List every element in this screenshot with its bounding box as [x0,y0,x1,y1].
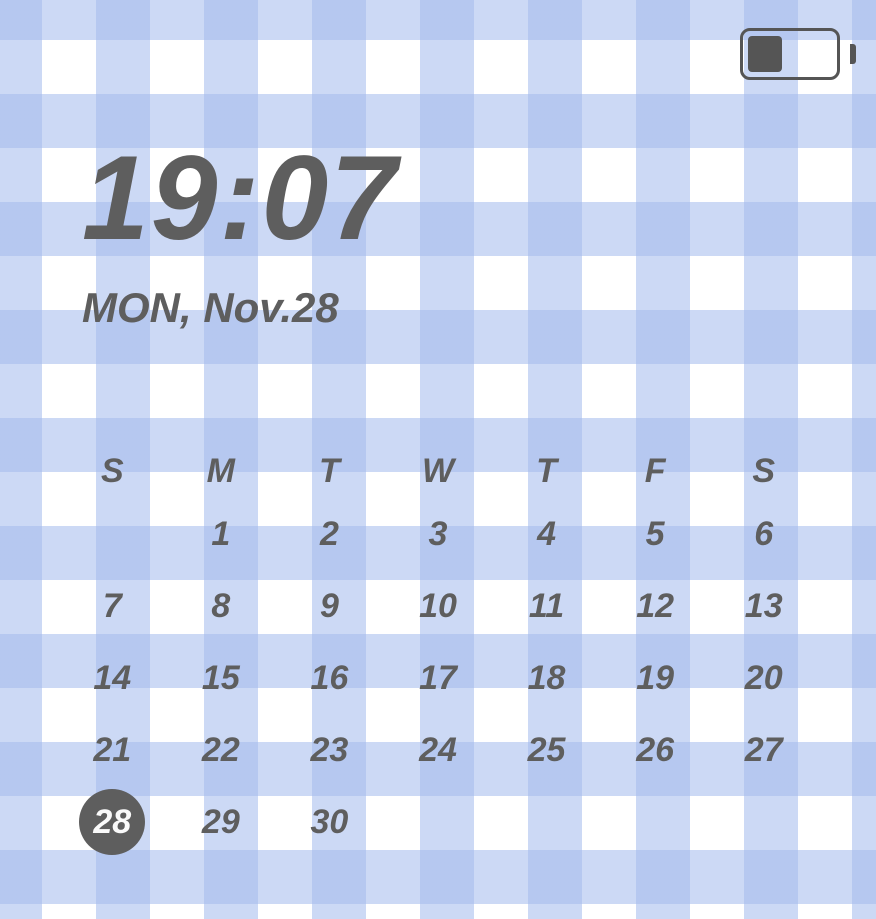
calendar-day[interactable]: 2 [275,498,384,570]
calendar: S M T W T F S 12345678910111213141516171… [58,438,818,858]
calendar-day[interactable]: 14 [58,642,167,714]
clock-time: 19:07 [82,138,399,258]
calendar-day[interactable]: 10 [384,570,493,642]
calendar-day[interactable]: 7 [58,570,167,642]
calendar-day-number: 11 [514,573,580,639]
calendar-empty-cell [384,786,493,858]
calendar-day-number: 22 [188,717,254,783]
calendar-day[interactable]: 6 [709,498,818,570]
calendar-day-number: 3 [405,501,471,567]
calendar-day[interactable]: 20 [709,642,818,714]
clock-date: MON, Nov.28 [82,284,339,332]
weekday-header: S [709,438,818,504]
weekday-header: M [167,438,276,504]
battery-cap [850,44,856,64]
calendar-day-number: 16 [296,645,362,711]
calendar-day-number: 1 [188,501,254,567]
calendar-day-number: 13 [731,573,797,639]
weekday-header: S [58,438,167,504]
weekday-header: F [601,438,710,504]
calendar-day[interactable]: 17 [384,642,493,714]
calendar-day-number: 23 [296,717,362,783]
calendar-day-number: 29 [188,789,254,855]
calendar-day-number: 21 [79,717,145,783]
calendar-day[interactable]: 18 [492,642,601,714]
calendar-day[interactable]: 22 [167,714,276,786]
calendar-day[interactable]: 19 [601,642,710,714]
calendar-day[interactable]: 25 [492,714,601,786]
calendar-day[interactable]: 21 [58,714,167,786]
calendar-day-number: 9 [296,573,362,639]
calendar-day-number: 2 [296,501,362,567]
calendar-row: 14 15 16 17 18 19 20 [58,642,818,714]
calendar-day-number: 4 [514,501,580,567]
calendar-day[interactable]: 15 [167,642,276,714]
calendar-day-number: 30 [296,789,362,855]
calendar-empty-cell [58,498,167,570]
battery-fill [748,36,782,72]
calendar-empty-cell [492,786,601,858]
calendar-day[interactable]: 12 [601,570,710,642]
calendar-day[interactable]: 13 [709,570,818,642]
weekday-header: T [275,438,384,504]
calendar-day-number: 10 [405,573,471,639]
weekday-header: T [492,438,601,504]
weekday-header: W [384,438,493,504]
calendar-day[interactable]: 26 [601,714,710,786]
calendar-day[interactable]: 9 [275,570,384,642]
calendar-day[interactable]: 8 [167,570,276,642]
battery-indicator [740,28,848,80]
calendar-empty-cell [709,786,818,858]
calendar-day-number: 14 [79,645,145,711]
calendar-day[interactable]: 23 [275,714,384,786]
calendar-day[interactable]: 30 [275,786,384,858]
calendar-day[interactable]: 1 [167,498,276,570]
weekday-header-row: S M T W T F S [58,438,818,498]
calendar-day[interactable]: 4 [492,498,601,570]
calendar-day[interactable]: 29 [167,786,276,858]
calendar-day-number: 12 [622,573,688,639]
battery-icon [740,28,840,80]
calendar-day-number: 7 [79,573,145,639]
calendar-day-number: 18 [514,645,580,711]
calendar-day[interactable]: 5 [601,498,710,570]
calendar-day-number: 20 [731,645,797,711]
calendar-day[interactable]: 24 [384,714,493,786]
widget-screen: 19:07 MON, Nov.28 S M T W T F S 12345678… [0,0,876,919]
calendar-day[interactable]: 11 [492,570,601,642]
calendar-day-number: 6 [731,501,797,567]
calendar-row: 21 22 23 24 25 26 27 [58,714,818,786]
calendar-day-number: 24 [405,717,471,783]
calendar-day[interactable]: 28 [58,786,167,858]
calendar-empty-cell [601,786,710,858]
calendar-day-number: 28 [79,789,145,855]
calendar-day-number: 26 [622,717,688,783]
calendar-day-number: 27 [731,717,797,783]
calendar-day-number: 25 [514,717,580,783]
calendar-day[interactable]: 3 [384,498,493,570]
calendar-row: 789 10 11 12 13 [58,570,818,642]
calendar-day-number: 8 [188,573,254,639]
calendar-day-number: 15 [188,645,254,711]
calendar-row: 28 29 30 [58,786,818,858]
calendar-day[interactable]: 27 [709,714,818,786]
calendar-day-number: 17 [405,645,471,711]
calendar-grid: 1234567891011121314151617181920212223242… [58,498,818,858]
calendar-row: 123456 [58,498,818,570]
calendar-day[interactable]: 16 [275,642,384,714]
calendar-day-number: 19 [622,645,688,711]
calendar-day-number: 5 [622,501,688,567]
